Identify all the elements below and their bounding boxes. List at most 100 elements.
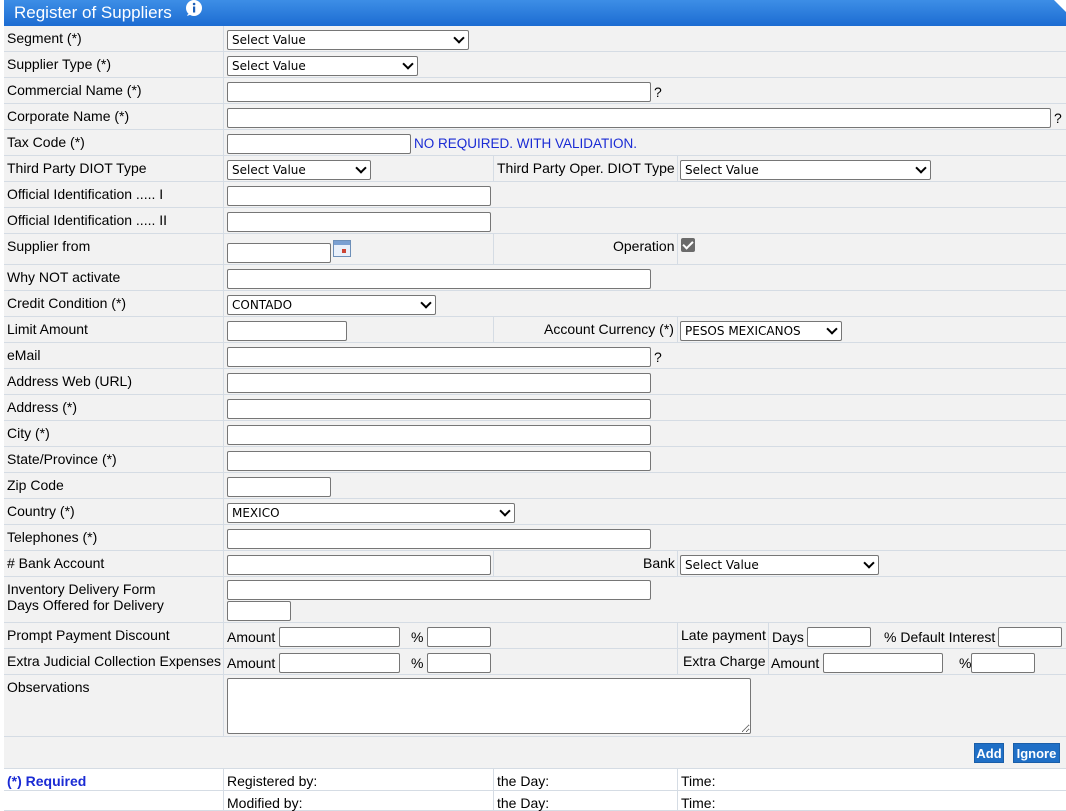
segment-label: Segment (*) bbox=[7, 30, 82, 46]
extra-percent-label: % bbox=[411, 655, 424, 671]
chevron-down-icon bbox=[499, 505, 511, 517]
why-not-activate-input[interactable] bbox=[227, 269, 651, 289]
account-currency-label: Account Currency (*) bbox=[544, 321, 674, 337]
account-currency-select[interactable]: PESOS MEXICANOS bbox=[680, 321, 842, 341]
late-days-label: Days bbox=[772, 629, 804, 645]
row-inventory-delivery: Inventory Delivery Form Days Offered for… bbox=[4, 577, 1066, 623]
calendar-icon[interactable] bbox=[333, 240, 351, 257]
credit-condition-select[interactable]: CONTADO bbox=[227, 295, 436, 315]
state-input[interactable] bbox=[227, 451, 651, 471]
row-official-id-2: Official Identification ..... II bbox=[4, 208, 1066, 234]
supplier-type-select[interactable]: Select Value bbox=[227, 56, 418, 76]
city-input[interactable] bbox=[227, 425, 651, 445]
operation-label: Operation bbox=[613, 238, 675, 254]
extra-charge-percent-input[interactable] bbox=[971, 653, 1035, 673]
email-label: eMail bbox=[7, 347, 41, 363]
extra-charge-amount-label: Amount bbox=[771, 655, 820, 671]
address-web-input[interactable] bbox=[227, 373, 651, 393]
prompt-percent-input[interactable] bbox=[427, 627, 491, 647]
observations-textarea[interactable] bbox=[227, 678, 751, 734]
days-offered-label: Days Offered for Delivery bbox=[7, 597, 164, 613]
prompt-amount-input[interactable] bbox=[279, 627, 400, 647]
chevron-down-icon bbox=[863, 557, 875, 569]
segment-select[interactable]: Select Value bbox=[227, 30, 469, 50]
prompt-payment-label: Prompt Payment Discount bbox=[7, 627, 170, 643]
inventory-delivery-input[interactable] bbox=[227, 580, 651, 600]
commercial-name-input[interactable] bbox=[227, 82, 651, 102]
bank-label: Bank bbox=[643, 555, 675, 571]
third-party-diot-select[interactable]: Select Value bbox=[227, 160, 371, 180]
zip-input[interactable] bbox=[227, 477, 331, 497]
row-city: City (*) bbox=[4, 421, 1066, 447]
default-interest-label: % Default Interest bbox=[884, 629, 996, 645]
supplier-from-label: Supplier from bbox=[7, 238, 91, 254]
page-title: Register of Suppliers bbox=[14, 3, 172, 22]
registered-time-label: Time: bbox=[681, 773, 716, 789]
row-state: State/Province (*) bbox=[4, 447, 1066, 473]
address-web-label: Address Web (URL) bbox=[7, 373, 133, 389]
limit-amount-input[interactable] bbox=[227, 321, 347, 341]
row-actions: Add Ignore bbox=[4, 737, 1066, 769]
footer-modified: Modified by: the Day: Time: bbox=[4, 791, 1066, 811]
extra-percent-input[interactable] bbox=[427, 653, 491, 673]
address-input[interactable] bbox=[227, 399, 651, 419]
tax-code-input[interactable] bbox=[227, 134, 411, 154]
registered-day-label: the Day: bbox=[497, 773, 550, 789]
extra-judicial-label: Extra Judicial Collection Expenses bbox=[7, 653, 221, 669]
corporate-name-label: Corporate Name (*) bbox=[7, 108, 130, 124]
why-not-activate-label: Why NOT activate bbox=[7, 269, 121, 285]
modified-by-label: Modified by: bbox=[227, 795, 303, 811]
default-interest-input[interactable] bbox=[998, 627, 1062, 647]
official-id-2-label: Official Identification ..... II bbox=[7, 212, 168, 228]
third-party-oper-diot-select[interactable]: Select Value bbox=[680, 160, 931, 180]
tax-code-label: Tax Code (*) bbox=[7, 134, 85, 150]
email-help[interactable]: ? bbox=[654, 349, 662, 365]
chevron-down-icon bbox=[355, 162, 367, 174]
supplier-from-date-input[interactable] bbox=[227, 243, 331, 263]
extra-charge-label: Extra Charge bbox=[683, 653, 766, 669]
corporate-name-input[interactable] bbox=[227, 108, 1051, 128]
corner-fold-icon bbox=[1054, 0, 1066, 12]
tax-code-note: NO REQUIRED. WITH VALIDATION. bbox=[414, 136, 638, 151]
prompt-amount-label: Amount bbox=[227, 629, 276, 645]
bank-account-label: # Bank Account bbox=[7, 555, 105, 571]
email-input[interactable] bbox=[227, 347, 651, 367]
official-id-2-input[interactable] bbox=[227, 212, 491, 232]
bank-account-input[interactable] bbox=[227, 555, 491, 575]
telephones-label: Telephones (*) bbox=[7, 529, 98, 545]
country-select[interactable]: MEXICO bbox=[227, 503, 515, 523]
days-offered-input[interactable] bbox=[227, 601, 291, 621]
late-days-input[interactable] bbox=[807, 627, 871, 647]
prompt-percent-label: % bbox=[411, 629, 424, 645]
zip-label: Zip Code bbox=[7, 477, 64, 493]
extra-charge-amount-input[interactable] bbox=[823, 653, 943, 673]
telephones-input[interactable] bbox=[227, 529, 651, 549]
official-id-1-input[interactable] bbox=[227, 186, 491, 206]
row-diot: Third Party DIOT Type Select Value Third… bbox=[4, 156, 1066, 182]
address-label: Address (*) bbox=[7, 399, 78, 415]
extra-amount-input[interactable] bbox=[279, 653, 400, 673]
operation-checkbox[interactable] bbox=[681, 238, 695, 252]
add-button[interactable]: Add bbox=[974, 743, 1004, 763]
info-icon[interactable] bbox=[185, 0, 203, 25]
commercial-name-help[interactable]: ? bbox=[654, 84, 662, 100]
row-official-id-1: Official Identification ..... I bbox=[4, 182, 1066, 208]
third-party-diot-label: Third Party DIOT Type bbox=[7, 160, 147, 176]
form-title-bar: Register of Suppliers bbox=[4, 0, 1066, 26]
row-credit-condition: Credit Condition (*) CONTADO bbox=[4, 291, 1066, 317]
bank-select[interactable]: Select Value bbox=[680, 555, 879, 575]
extra-charge-percent-label: % bbox=[959, 655, 972, 671]
ignore-button[interactable]: Ignore bbox=[1013, 743, 1060, 763]
row-prompt-payment: Prompt Payment Discount Amount % Late pa… bbox=[4, 623, 1066, 649]
row-tax-code: Tax Code (*) NO REQUIRED. WITH VALIDATIO… bbox=[4, 130, 1066, 156]
commercial-name-label: Commercial Name (*) bbox=[7, 82, 142, 98]
row-observations: Observations bbox=[4, 675, 1066, 737]
late-payment-label: Late payment bbox=[681, 627, 766, 643]
chevron-down-icon bbox=[402, 58, 414, 70]
required-note: (*) Required bbox=[7, 773, 87, 789]
third-party-oper-diot-label: Third Party Oper. DIOT Type bbox=[497, 160, 675, 176]
footer-registered: (*) Required Registered by: the Day: Tim… bbox=[4, 769, 1066, 791]
corporate-name-help[interactable]: ? bbox=[1054, 110, 1062, 126]
chevron-down-icon bbox=[915, 162, 927, 174]
row-bank-account: # Bank Account Bank Select Value bbox=[4, 551, 1066, 577]
